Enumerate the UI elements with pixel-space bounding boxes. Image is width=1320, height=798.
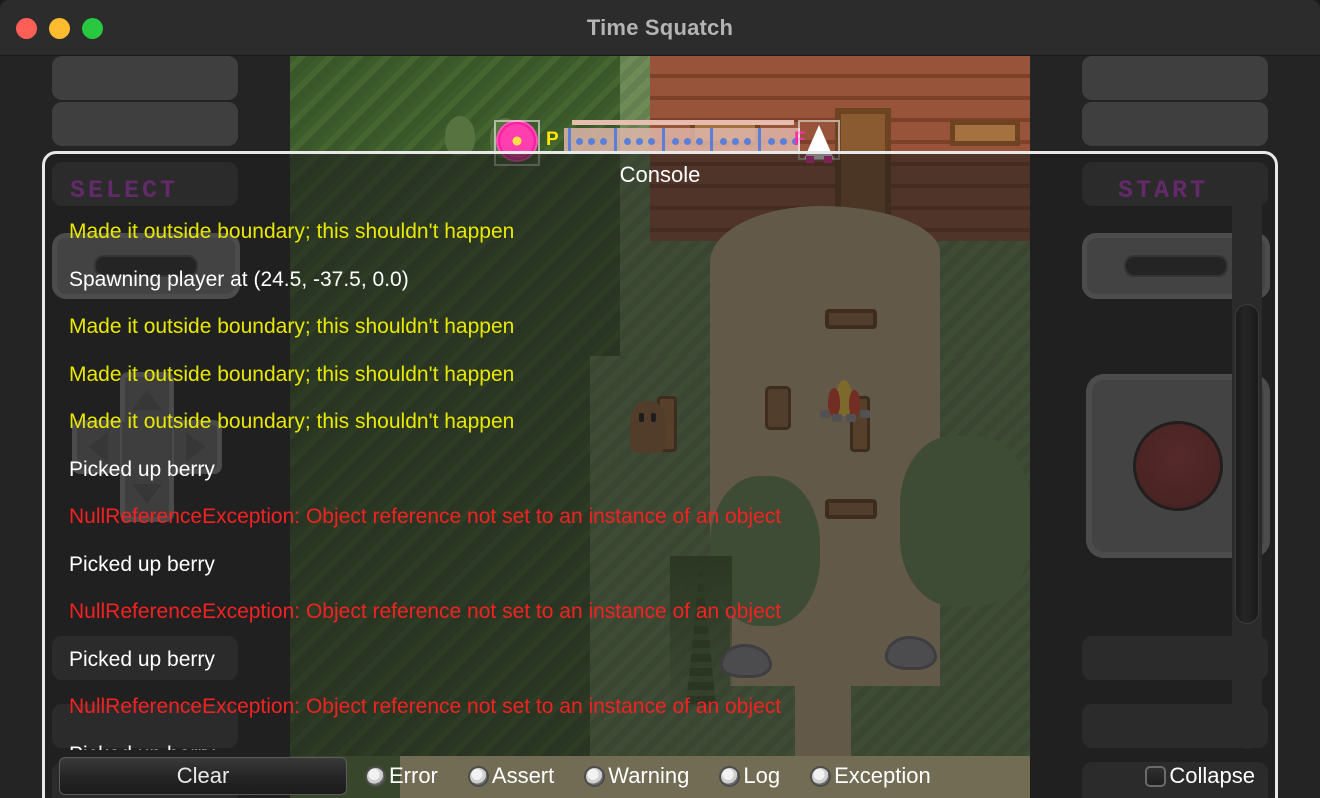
console-log-line[interactable]: Picked up berry — [69, 446, 1251, 494]
timeline-node — [720, 138, 727, 145]
world-bush-a — [445, 116, 475, 156]
timeline-node — [744, 138, 751, 145]
filter-toggle-exception[interactable]: Exception — [810, 763, 931, 789]
timeline-node — [696, 138, 703, 145]
timeline-node — [672, 138, 679, 145]
timeline-node — [636, 138, 643, 145]
clear-button[interactable]: Clear — [59, 757, 347, 795]
filter-toggle-assert[interactable]: Assert — [467, 763, 555, 789]
window-title: Time Squatch — [586, 14, 734, 40]
filter-toggle-label: Collapse — [1169, 763, 1255, 788]
minimize-button[interactable] — [49, 18, 70, 39]
scrollbar-thumb[interactable] — [1235, 304, 1259, 624]
pad-slot-top — [52, 56, 238, 100]
console-window: Console Made it outside boundary; this s… — [42, 151, 1278, 798]
console-toolbar: Clear Error Assert Warning Log Exception Coll… — [45, 744, 1275, 798]
window-traffic-lights — [16, 18, 103, 39]
timeline-rail — [572, 120, 794, 125]
filter-toggle-log[interactable]: Log — [719, 763, 780, 789]
console-log-line[interactable]: Picked up berry — [69, 636, 1251, 684]
timeline-past-marker: P — [546, 129, 559, 150]
window-titlebar: Time Squatch — [0, 0, 1320, 56]
console-log-line[interactable]: Made it outside boundary; this shouldn't… — [69, 351, 1251, 399]
pad-slot-r-top — [1082, 56, 1268, 100]
checkbox-checked-icon[interactable] — [467, 765, 489, 787]
filter-toggle-label: Exception — [834, 763, 931, 788]
timeline-node — [600, 138, 607, 145]
filter-toggle-collapse[interactable]: Collapse — [1145, 763, 1255, 789]
console-filter-group: Error Assert Warning Log Exception Collapse — [365, 763, 1261, 789]
checkbox-checked-icon[interactable] — [584, 765, 606, 787]
console-log-line[interactable]: Made it outside boundary; this shouldn't… — [69, 208, 1251, 256]
timeline-node — [684, 138, 691, 145]
filter-toggle-label: Warning — [608, 763, 690, 788]
game-stage: SELECT — [0, 56, 1320, 798]
timeline-node — [780, 138, 787, 145]
console-log-line[interactable]: Spawning player at (24.5, -37.5, 0.0) — [69, 256, 1251, 304]
timeline-node — [768, 138, 775, 145]
checkbox-checked-icon[interactable] — [719, 765, 741, 787]
app-window: Time Squatch SELECT — [0, 0, 1320, 798]
filter-toggle-label: Log — [743, 763, 781, 788]
timeline-node — [648, 138, 655, 145]
console-log-list[interactable]: Made it outside boundary; this shouldn't… — [45, 198, 1275, 750]
timeline-node — [588, 138, 595, 145]
filter-toggle-warning[interactable]: Warning — [584, 763, 689, 789]
timeline-node — [732, 138, 739, 145]
vertical-scrollbar[interactable] — [1232, 194, 1262, 749]
console-log-line[interactable]: Made it outside boundary; this shouldn't… — [69, 303, 1251, 351]
checkbox-checked-icon[interactable] — [810, 765, 832, 787]
cabin-window-right — [950, 120, 1020, 146]
timeline-node — [576, 138, 583, 145]
filter-toggle-error[interactable]: Error — [365, 763, 438, 789]
console-log-line[interactable]: NullReferenceException: Object reference… — [69, 493, 1251, 541]
filter-toggle-label: Assert — [491, 763, 555, 788]
filter-toggle-label: Error — [389, 763, 438, 788]
console-log-line[interactable]: NullReferenceException: Object reference… — [69, 588, 1251, 636]
timeline-node — [624, 138, 631, 145]
console-log-line[interactable]: Picked up berry — [69, 541, 1251, 589]
close-button[interactable] — [16, 18, 37, 39]
checkbox-checked-icon[interactable] — [365, 765, 386, 787]
pad-slot-upper — [52, 102, 238, 146]
console-log-line[interactable]: NullReferenceException: Object reference… — [69, 683, 1251, 731]
checkbox-unchecked-icon[interactable] — [1145, 765, 1167, 787]
console-title: Console — [619, 162, 701, 187]
pad-slot-r-upper — [1082, 102, 1268, 146]
console-log-line[interactable]: Made it outside boundary; this shouldn't… — [69, 398, 1251, 446]
zoom-button[interactable] — [82, 18, 103, 39]
